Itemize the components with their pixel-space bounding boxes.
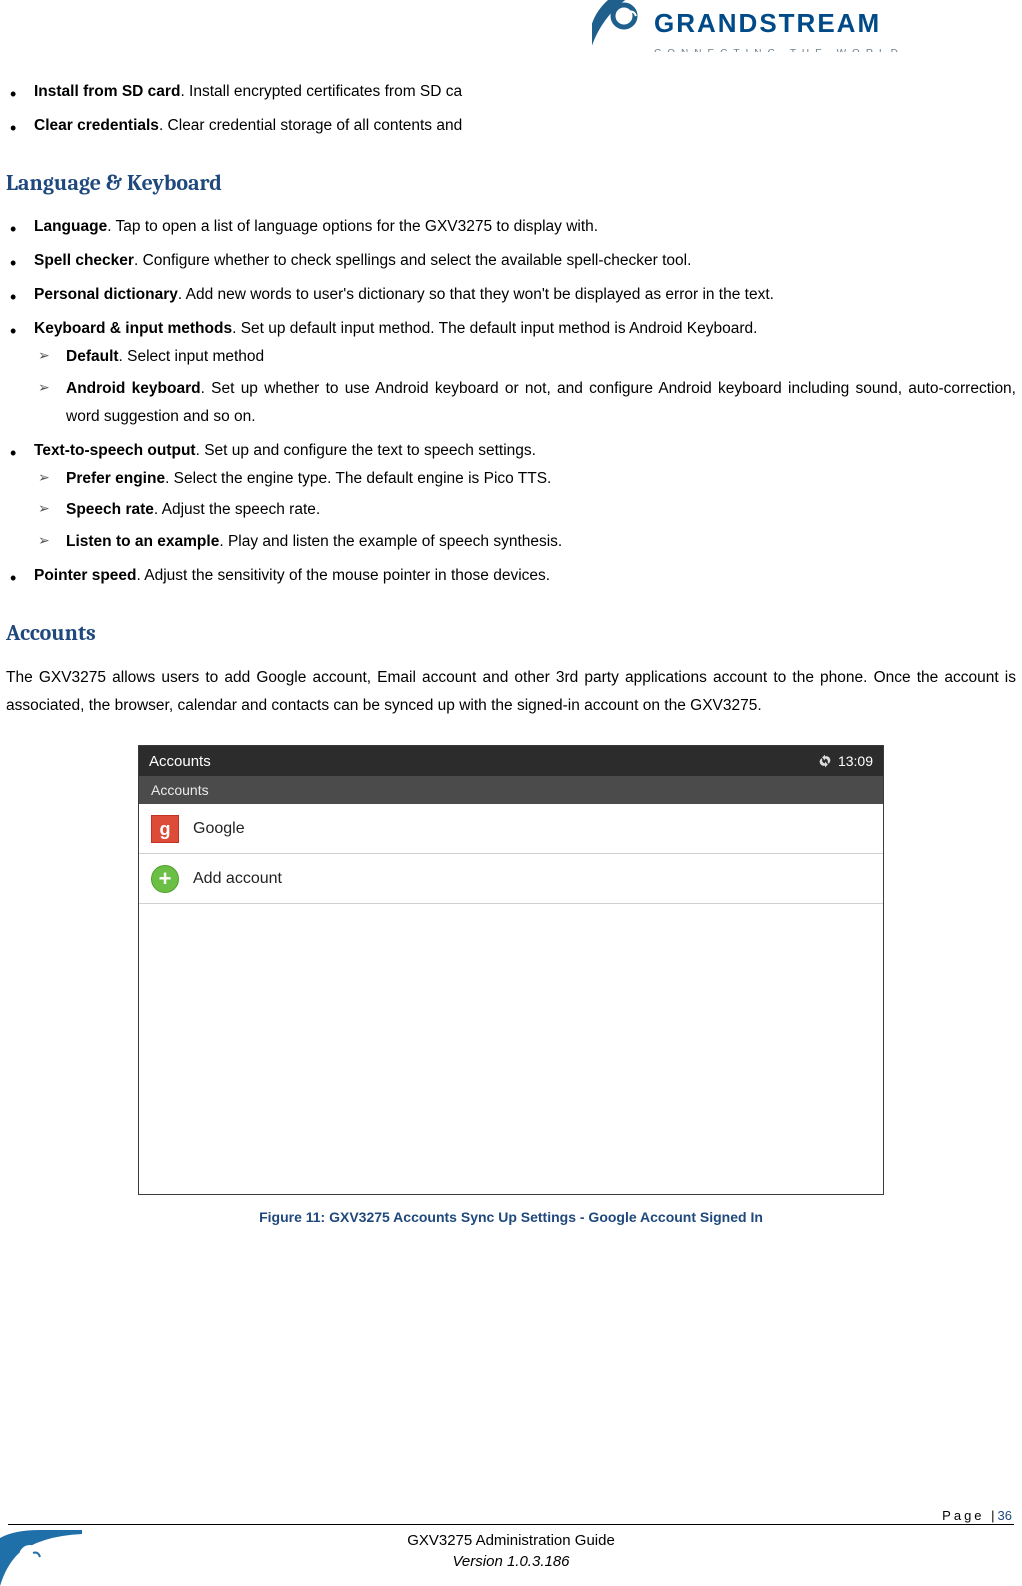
screenshot-statusbar: Accounts 13:09 bbox=[139, 746, 883, 776]
item-term: Pointer speed bbox=[34, 567, 137, 584]
item-desc: . Install encrypted certificates from SD… bbox=[180, 83, 462, 100]
brand-tagline: CONNECTING THE WORLD bbox=[654, 45, 904, 52]
screenshot-clock: 13:09 bbox=[838, 749, 873, 774]
plus-icon: + bbox=[151, 865, 179, 893]
footer-divider bbox=[8, 1524, 1014, 1525]
account-label: Google bbox=[193, 815, 245, 844]
item-term: Keyboard & input methods bbox=[34, 320, 232, 337]
screenshot-body: g Google + Add account bbox=[139, 804, 883, 1194]
brand-logo: GRANDSTREAM CONNECTING THE WORLD bbox=[592, 0, 1022, 52]
item-desc: . Select input method bbox=[119, 348, 265, 365]
page-num-value: 36 bbox=[998, 1508, 1012, 1523]
footer-corner-logo bbox=[0, 1530, 82, 1586]
item-term: Personal dictionary bbox=[34, 286, 178, 303]
footer-version: Version 1.0.3.186 bbox=[0, 1551, 1022, 1572]
list-item: Listen to an example. Play and listen th… bbox=[66, 528, 1016, 556]
accounts-paragraph: The GXV3275 allows users to add Google a… bbox=[6, 664, 1016, 720]
item-term: Language bbox=[34, 218, 107, 235]
account-row-add[interactable]: + Add account bbox=[139, 854, 883, 904]
item-term: Spell checker bbox=[34, 252, 134, 269]
screenshot-blank-area bbox=[139, 904, 883, 1194]
list-item: Clear credentials. Clear credential stor… bbox=[34, 112, 1016, 140]
item-desc: . Adjust the sensitivity of the mouse po… bbox=[137, 567, 551, 584]
list-item: Personal dictionary. Add new words to us… bbox=[34, 281, 1016, 309]
document-page: GRANDSTREAM CONNECTING THE WORLD Install… bbox=[0, 0, 1022, 1586]
page-footer: Page |36 GXV3275 Administration Guide Ve… bbox=[0, 1516, 1022, 1586]
screenshot-status-right: 13:09 bbox=[818, 749, 873, 774]
screenshot-title: Accounts bbox=[149, 748, 211, 775]
item-term: Prefer engine bbox=[66, 470, 165, 487]
language-list: Language. Tap to open a list of language… bbox=[6, 213, 1016, 590]
google-icon: g bbox=[151, 815, 179, 843]
item-desc: . Select the engine type. The default en… bbox=[165, 470, 551, 487]
item-desc: . Set up and configure the text to speec… bbox=[196, 442, 536, 459]
item-term: Speech rate bbox=[66, 501, 154, 518]
sync-icon bbox=[818, 754, 832, 768]
item-desc: . Set up whether to use Android keyboard… bbox=[66, 380, 1016, 425]
keyboard-sublist: Default. Select input method Android key… bbox=[34, 343, 1016, 431]
page-content: Install from SD card. Install encrypted … bbox=[6, 78, 1016, 1231]
item-desc: . Play and listen the example of speech … bbox=[219, 533, 562, 550]
list-item: Android keyboard. Set up whether to use … bbox=[66, 375, 1016, 431]
list-item: Install from SD card. Install encrypted … bbox=[34, 78, 1016, 106]
list-item: Spell checker. Configure whether to chec… bbox=[34, 247, 1016, 275]
list-item: Speech rate. Adjust the speech rate. bbox=[66, 496, 1016, 524]
item-term: Text-to-speech output bbox=[34, 442, 196, 459]
account-label: Add account bbox=[193, 865, 282, 894]
account-row-google[interactable]: g Google bbox=[139, 804, 883, 854]
intro-list: Install from SD card. Install encrypted … bbox=[6, 78, 1016, 140]
list-item: Prefer engine. Select the engine type. T… bbox=[66, 465, 1016, 493]
item-desc: . Set up default input method. The defau… bbox=[232, 320, 757, 337]
list-item: Keyboard & input methods. Set up default… bbox=[34, 315, 1016, 431]
item-desc: . Configure whether to check spellings a… bbox=[134, 252, 691, 269]
item-term: Listen to an example bbox=[66, 533, 219, 550]
tts-sublist: Prefer engine. Select the engine type. T… bbox=[34, 465, 1016, 557]
section-heading-accounts: Accounts bbox=[6, 614, 1016, 654]
list-item: Pointer speed. Adjust the sensitivity of… bbox=[34, 562, 1016, 590]
item-desc: . Add new words to user's dictionary so … bbox=[178, 286, 774, 303]
item-term: Android keyboard bbox=[66, 380, 201, 397]
item-term: Default bbox=[66, 348, 119, 365]
footer-center-text: GXV3275 Administration Guide Version 1.0… bbox=[0, 1530, 1022, 1572]
brand-swoosh-icon bbox=[592, 0, 662, 52]
page-prefix: Page | bbox=[942, 1508, 997, 1523]
item-desc: . Clear credential storage of all conten… bbox=[159, 117, 462, 134]
section-heading-language-keyboard: Language & Keyboard bbox=[6, 164, 1016, 204]
list-item: Default. Select input method bbox=[66, 343, 1016, 371]
list-item: Text-to-speech output. Set up and config… bbox=[34, 437, 1016, 557]
item-desc: . Adjust the speech rate. bbox=[154, 501, 320, 518]
accounts-screenshot: Accounts 13:09 Accounts g Google + Add a… bbox=[138, 745, 884, 1195]
item-desc: . Tap to open a list of language options… bbox=[107, 218, 598, 235]
list-item: Language. Tap to open a list of language… bbox=[34, 213, 1016, 241]
brand-name: GRANDSTREAM bbox=[654, 0, 904, 47]
footer-guide-title: GXV3275 Administration Guide bbox=[0, 1530, 1022, 1551]
item-term: Install from SD card bbox=[34, 83, 180, 100]
figure-caption: Figure 11: GXV3275 Accounts Sync Up Sett… bbox=[6, 1205, 1016, 1230]
item-term: Clear credentials bbox=[34, 117, 159, 134]
screenshot-subheader: Accounts bbox=[139, 776, 883, 804]
